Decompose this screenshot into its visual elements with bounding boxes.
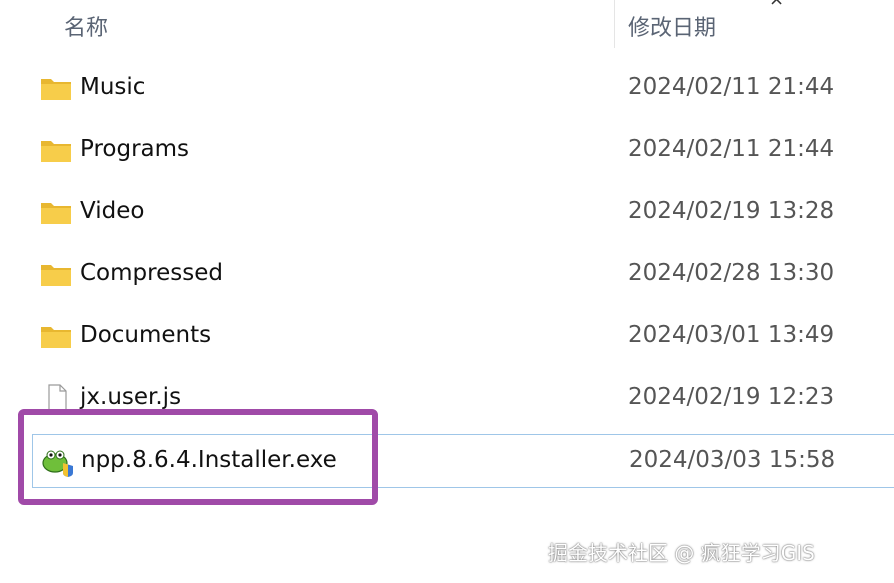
file-row-video[interactable]: Video 2024/02/19 13:28: [32, 186, 894, 240]
file-name: npp.8.6.4.Installer.exe: [81, 447, 337, 473]
file-row-npp-installer[interactable]: npp.8.6.4.Installer.exe 2024/03/03 15:58: [32, 434, 894, 488]
file-date: 2024/02/11 21:44: [628, 74, 835, 100]
file-row-documents[interactable]: Documents 2024/03/01 13:49: [32, 310, 894, 364]
file-name: Music: [80, 74, 146, 100]
file-row-compressed[interactable]: Compressed 2024/02/28 13:30: [32, 248, 894, 302]
file-row-jx-user-js[interactable]: jx.user.js 2024/02/19 12:23: [32, 372, 894, 426]
folder-icon: [40, 74, 72, 102]
file-name: Documents: [80, 322, 212, 348]
watermark: 掘金技术社区 @ 疯狂学习GIS: [548, 541, 815, 565]
file-date: 2024/02/19 12:23: [628, 384, 835, 410]
file-name: Video: [80, 198, 145, 224]
notepadpp-installer-icon: [41, 447, 73, 477]
file-row-programs[interactable]: Programs 2024/02/11 21:44: [32, 124, 894, 178]
file-date: 2024/02/11 21:44: [628, 136, 835, 162]
folder-icon: [40, 198, 72, 226]
folder-icon: [40, 322, 72, 350]
file-name: Compressed: [80, 260, 223, 286]
file-name: jx.user.js: [80, 384, 182, 410]
file-name: Programs: [80, 136, 190, 162]
folder-icon: [40, 260, 72, 288]
file-date: 2024/03/03 15:58: [629, 447, 836, 473]
file-date: 2024/02/19 13:28: [628, 198, 835, 224]
folder-icon: [40, 136, 72, 164]
file-row-music[interactable]: Music 2024/02/11 21:44: [32, 62, 894, 116]
file-icon: [40, 384, 72, 414]
column-date-header[interactable]: 修改日期: [628, 10, 716, 42]
file-date: 2024/03/01 13:49: [628, 322, 835, 348]
column-header: 名称 修改日期 ×: [0, 0, 894, 48]
column-name-header[interactable]: 名称: [64, 10, 108, 42]
close-icon[interactable]: ×: [769, 0, 784, 10]
file-date: 2024/02/28 13:30: [628, 260, 835, 286]
column-separator[interactable]: [614, 0, 615, 48]
